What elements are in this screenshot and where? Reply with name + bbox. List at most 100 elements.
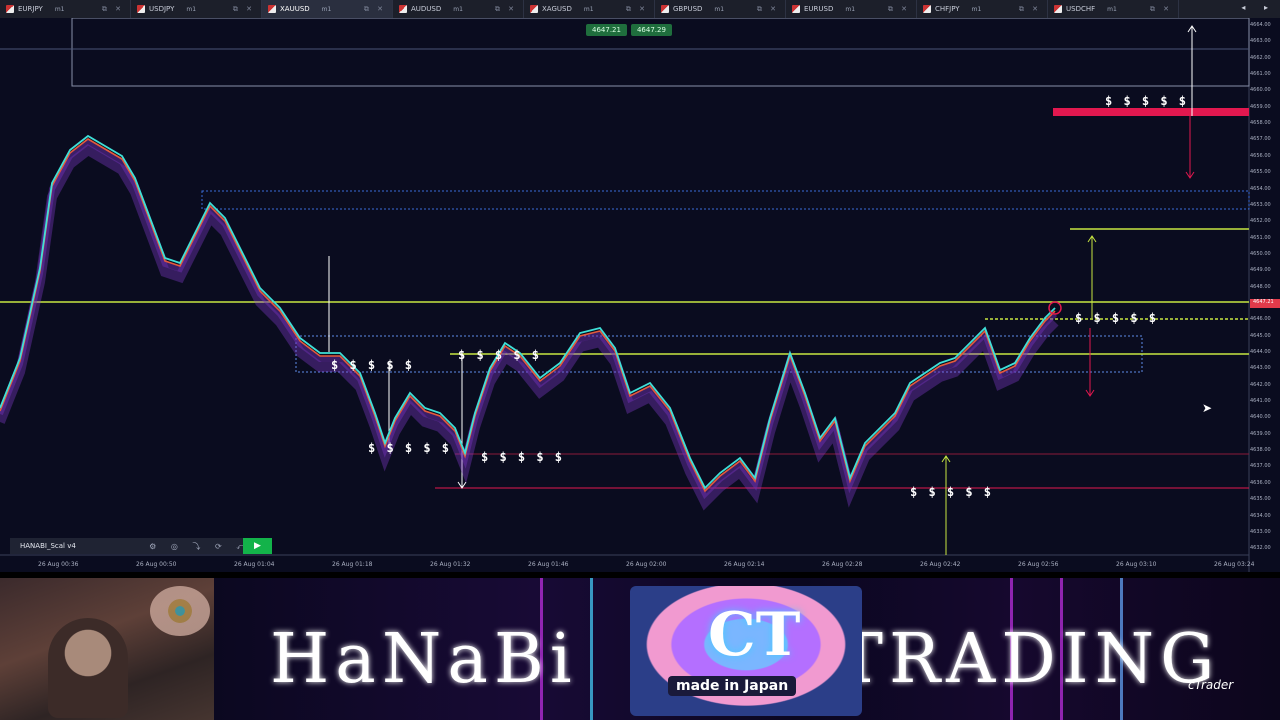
price-axis-label: 4644.00 [1250, 349, 1271, 355]
price-axis-label: 4637.00 [1250, 463, 1271, 470]
stream-banner: HaNaBi TRADING CT made in Japan cTrader [0, 578, 1280, 720]
price-axis-label: 4659.00 [1250, 103, 1271, 110]
dollar-marker: $ $ $ $ $ [1075, 311, 1159, 325]
price-axis-label: 4664.00 [1250, 22, 1271, 28]
bid-ask-badges: 4647.21 4647.29 [586, 24, 672, 36]
flag-icon [6, 5, 14, 13]
webcam-feed [0, 578, 214, 720]
time-axis-label: 26 Aug 01:04 [234, 561, 275, 568]
tab-usdjpy[interactable]: USDJPY m1 ⧉ ✕ [131, 0, 262, 18]
dollar-marker: $ $ $ $ $ [1105, 94, 1189, 108]
price-axis-label: 4650.00 [1250, 250, 1271, 257]
current-price-tag: 4647.21 [1250, 299, 1280, 308]
tab-chfjpy[interactable]: CHFJPY m1 ⧉ ✕ [917, 0, 1048, 18]
price-axis-label: 4641.00 [1250, 398, 1271, 405]
tab-controls[interactable]: ⧉ ✕ [626, 5, 648, 14]
flag-icon [792, 5, 800, 13]
price-axis-label: 4648.00 [1250, 283, 1271, 290]
price-line-cyan [0, 134, 1056, 490]
ribbon-band [0, 138, 1058, 500]
price-axis-label: 4653.00 [1250, 201, 1271, 208]
indicator-toolbar[interactable]: HANABI_Scal v4 ⚙ ◎ ⤵ ⟳ ⤺ ✕ [10, 538, 272, 554]
flag-icon [1054, 5, 1062, 13]
price-axis-label: 4661.00 [1250, 71, 1271, 78]
price-axis-label: 4662.00 [1250, 54, 1271, 61]
logo-caption: made in Japan [668, 676, 797, 696]
tab-scroll-arrows[interactable]: ◂ ▸ [1241, 3, 1276, 12]
price-axis-label: 4635.00 [1250, 496, 1271, 503]
bid-price-badge[interactable]: 4647.21 [586, 24, 627, 36]
tab-eurusd[interactable]: EURUSD m1 ⧉ ✕ [786, 0, 917, 18]
price-axis-label: 4640.00 [1250, 414, 1271, 421]
tab-audusd[interactable]: AUDUSD m1 ⧉ ✕ [393, 0, 524, 18]
price-axis-label: 4643.00 [1250, 365, 1271, 372]
price-axis-label: 4649.00 [1250, 267, 1271, 274]
play-button[interactable]: ▶ [243, 538, 272, 554]
price-axis-label: 4663.00 [1250, 38, 1271, 45]
time-axis-label: 26 Aug 02:56 [1018, 561, 1059, 568]
red-level-box [1053, 108, 1249, 116]
time-axis-label: 26 Aug 02:14 [724, 561, 765, 568]
price-axis-label: 4645.00 [1250, 332, 1271, 339]
dotted-zone [201, 190, 1250, 210]
dollar-marker: $ $ $ $ $ [458, 348, 542, 362]
price-axis-label: 4654.00 [1250, 185, 1271, 192]
flag-icon [268, 5, 276, 13]
dollar-marker: $ $ $ $ $ [368, 441, 452, 455]
chart-canvas[interactable] [0, 18, 1280, 572]
price-axis-label: 4656.00 [1250, 152, 1271, 159]
flag-icon [137, 5, 145, 13]
dollar-marker: $ $ $ $ $ [910, 485, 994, 499]
tab-controls[interactable]: ⧉ ✕ [888, 5, 910, 14]
ctrader-logo-icon: CT [630, 586, 862, 716]
time-axis-label: 26 Aug 02:42 [920, 561, 961, 568]
tab-controls[interactable]: ⧉ ✕ [102, 5, 124, 14]
price-axis-label: 4655.00 [1250, 169, 1271, 176]
dollar-marker: $ $ $ $ $ [481, 450, 565, 464]
price-axis-label: 4651.00 [1250, 234, 1271, 241]
time-axis-label: 26 Aug 00:36 [38, 561, 79, 568]
tab-usdchf[interactable]: USDCHF m1 ⧉ ✕ [1048, 0, 1179, 18]
time-axis-label: 26 Aug 01:32 [430, 561, 471, 568]
flag-icon [661, 5, 669, 13]
tab-controls[interactable]: ⧉ ✕ [495, 5, 517, 14]
time-axis-label: 26 Aug 00:50 [136, 561, 177, 568]
tab-controls[interactable]: ⧉ ✕ [1150, 5, 1172, 14]
person-silhouette [48, 618, 128, 718]
price-axis-label: 4652.00 [1250, 218, 1271, 225]
time-axis-label: 26 Aug 01:46 [528, 561, 569, 568]
flag-icon [530, 5, 538, 13]
tab-controls[interactable]: ⧉ ✕ [364, 5, 386, 14]
price-axis-label: 4634.00 [1250, 512, 1271, 519]
tab-controls[interactable]: ⧉ ✕ [233, 5, 255, 14]
price-axis-label: 4658.00 [1250, 120, 1271, 127]
price-axis-label: 4657.00 [1250, 136, 1271, 143]
tab-controls[interactable]: ⧉ ✕ [757, 5, 779, 14]
price-axis-label: 4632.00 [1250, 545, 1271, 552]
time-axis-label: 26 Aug 02:28 [822, 561, 863, 568]
tab-gbpusd[interactable]: GBPUSD m1 ⧉ ✕ [655, 0, 786, 18]
price-line-orange [0, 138, 1056, 493]
tab-controls[interactable]: ⧉ ✕ [1019, 5, 1041, 14]
price-axis-label: 4660.00 [1250, 87, 1271, 94]
time-axis-label: 26 Aug 01:18 [332, 561, 373, 568]
dollar-marker: $ $ $ $ $ [331, 358, 415, 372]
indicator-name: HANABI_Scal v4 [20, 542, 76, 550]
time-axis-label: 26 Aug 03:10 [1116, 561, 1157, 568]
price-axis-label: 4633.00 [1250, 528, 1271, 535]
flag-icon [923, 5, 931, 13]
price-axis-label: 4642.00 [1250, 381, 1271, 388]
price-axis-label: 4639.00 [1250, 430, 1271, 437]
ask-price-badge[interactable]: 4647.29 [630, 24, 672, 36]
time-axis-label: 26 Aug 03:24 [1214, 561, 1255, 568]
price-axis-label: 4636.00 [1250, 479, 1271, 486]
peacock-feather-decor [150, 586, 210, 636]
flag-icon [399, 5, 407, 13]
symbol-tab-bar: EURJPY m1 ⧉ ✕ USDJPY m1 ⧉ ✕ XAUUSD m1 ⧉ ✕ AUDU… [0, 0, 1280, 19]
price-axis-label: 4638.00 [1250, 447, 1271, 454]
tab-xagusd[interactable]: XAGUSD m1 ⧉ ✕ [524, 0, 655, 18]
tab-xauusd[interactable]: XAUUSD m1 ⧉ ✕ [262, 0, 393, 18]
tab-eurjpy[interactable]: EURJPY m1 ⧉ ✕ [0, 0, 131, 18]
price-chart[interactable]: 4647.21 4647.29 4664.00 4663.00 4662.00 466… [0, 18, 1280, 572]
price-axis-label: 4646.00 [1250, 316, 1271, 323]
